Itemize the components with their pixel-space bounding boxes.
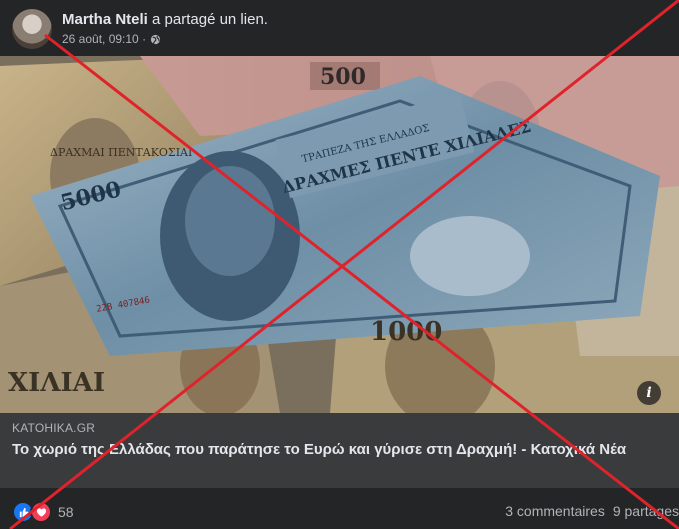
post-footer: 58 3 commentaires 9 partages	[0, 490, 679, 529]
post-author-line: Martha Nteli a partagé un lien.	[62, 11, 268, 28]
banknote-value-500: 500	[320, 64, 366, 90]
banknote-text-500: ΔΡΑΧΜΑΙ ΠΕΝΤΑΚΟΣΙΑΙ	[50, 146, 192, 159]
link-title[interactable]: Το χωριό της Ελλάδας που παράτησε το Ευρ…	[12, 440, 652, 460]
post-meta: 26 août, 09:10 ·	[62, 32, 161, 46]
banknote-value-1000: 1000	[370, 317, 442, 347]
avatar[interactable]	[12, 9, 52, 49]
reaction-count: 58	[58, 504, 74, 520]
author-name[interactable]: Martha Nteli	[62, 11, 148, 28]
post-stats: 3 commentaires 9 partages	[505, 503, 679, 519]
link-domain: KATOHIKA.GR	[12, 421, 96, 435]
love-reaction-icon	[30, 501, 52, 523]
link-image[interactable]: ΔΡΑΧΜΑΙ ΠΕΝΤΑΚΟΣΙΑΙ 500 ΤΡΑΠΕΖΑ ΤΗΣ ΕΛΛΑ…	[0, 56, 679, 413]
comments-count[interactable]: 3 commentaires	[505, 503, 605, 519]
globe-icon	[150, 34, 161, 44]
link-preview[interactable]: KATOHIKA.GR Το χωριό της Ελλάδας που παρ…	[0, 413, 679, 488]
shares-count[interactable]: 9 partages	[613, 503, 679, 519]
reactions-summary[interactable]: 58	[12, 501, 74, 523]
post-timestamp[interactable]: 26 août, 09:10 ·	[62, 32, 146, 46]
post-action: a partagé un lien.	[152, 11, 268, 28]
banknotes-image: ΔΡΑΧΜΑΙ ΠΕΝΤΑΚΟΣΙΑΙ 500 ΤΡΑΠΕΖΑ ΤΗΣ ΕΛΛΑ…	[0, 56, 679, 413]
info-icon[interactable]: i	[637, 381, 661, 405]
banknote-text-1000: ΧΙΛΙΑΙ	[8, 368, 105, 398]
post-header: Martha Nteli a partagé un lien. 26 août,…	[0, 0, 679, 56]
